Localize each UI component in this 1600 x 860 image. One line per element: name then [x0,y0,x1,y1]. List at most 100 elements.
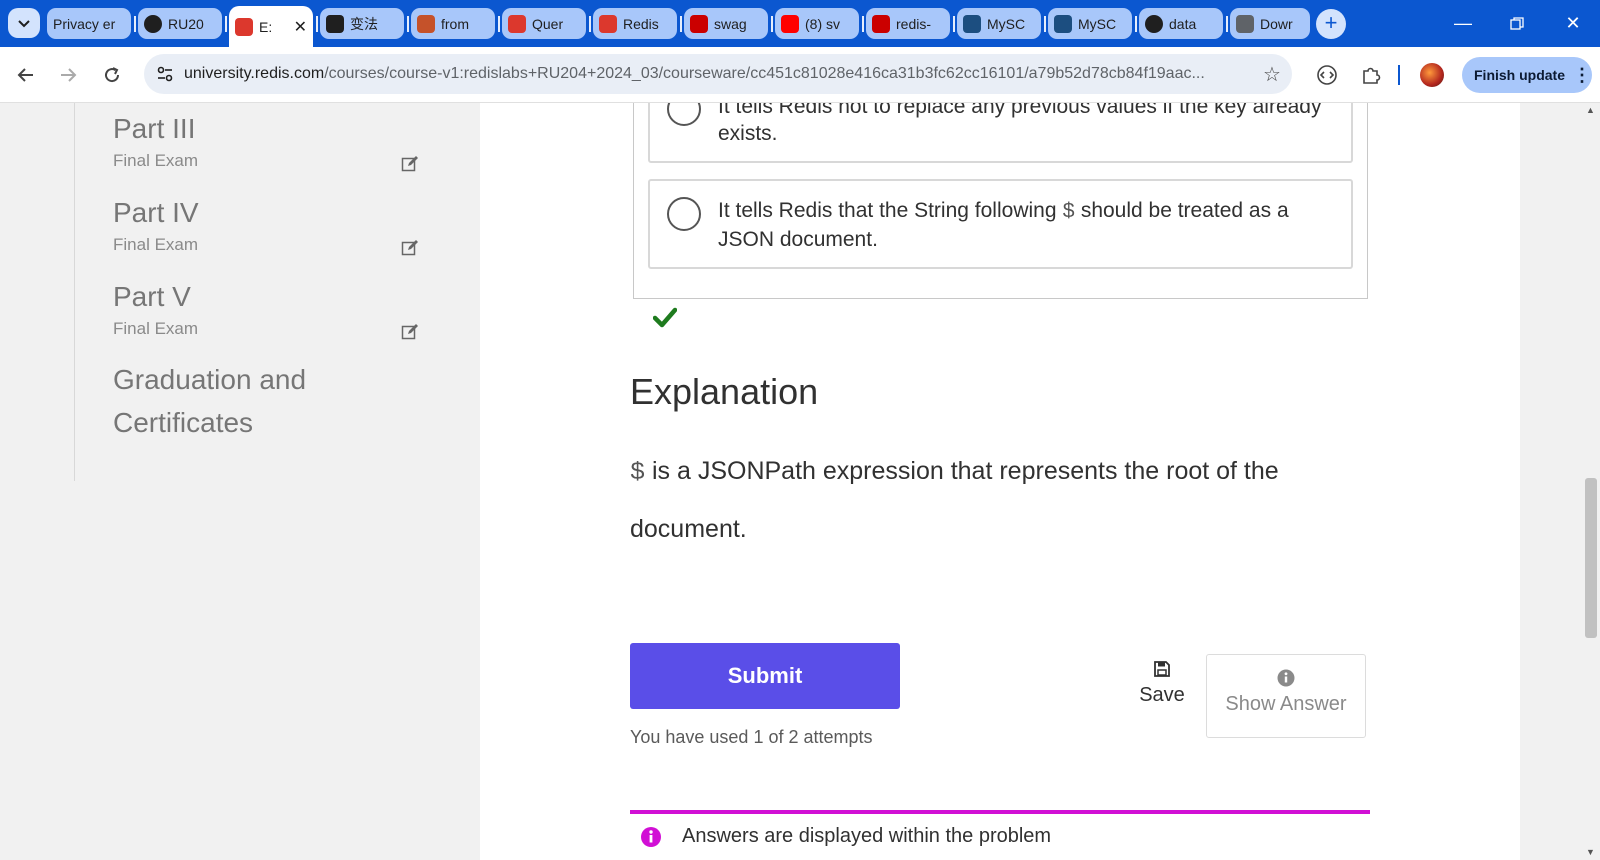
tab-separator [1044,16,1046,32]
answer-option[interactable]: It tells Redis not to replace any previo… [648,103,1353,163]
section-subtitle: Final Exam [113,235,199,254]
sidebar-item-graduation[interactable]: Graduation and Certificates [113,358,393,444]
browser-tab[interactable]: swag [684,8,768,39]
chat-icon [326,14,344,33]
browser-tab[interactable]: Dowr [1230,8,1310,39]
browser-tab[interactable]: redis- [866,8,950,39]
edit-icon [401,324,418,340]
restore-icon [1510,16,1524,30]
reload-icon [105,67,120,83]
finish-update-button[interactable]: Finish update ⋮ [1462,57,1592,93]
arrow-right-icon [61,68,77,82]
sidebar-section-part-v[interactable]: Part V Final Exam [113,281,198,339]
extension-code-icon[interactable] [1314,62,1340,88]
tab-separator [862,16,864,32]
bookmark-star-icon[interactable]: ☆ [1252,62,1292,87]
scroll-down-arrow-icon[interactable]: ▼ [1586,847,1595,857]
browser-tab[interactable]: MySC [1048,8,1132,39]
tab-separator [589,16,591,32]
tab-title: MySC [1078,15,1117,32]
course-sidebar: Part III Final Exam Part IV Final Exam P… [74,103,480,481]
option-symbol: $ [1062,201,1075,224]
option-text-before: It tells Redis that the String following [718,199,1057,222]
browser-tab[interactable]: data [1139,8,1223,39]
tab-separator [407,16,409,32]
tab-separator [771,16,773,32]
show-answer-button[interactable]: Show Answer [1206,654,1366,738]
section-title: Part III [113,113,196,144]
option-text: It tells Redis not to replace any previo… [718,103,1322,145]
answer-option[interactable]: It tells Redis that the String following… [648,179,1353,269]
tab-separator [225,16,227,32]
problem-panel: It tells Redis not to replace any previo… [480,103,1520,860]
tab-separator [1135,16,1137,32]
tab-title: (8) sv [805,15,840,32]
reload-button[interactable] [96,59,128,91]
tab-title: MySC [987,15,1026,32]
toolbar-divider [1398,65,1400,85]
section-subtitle: Final Exam [113,319,199,338]
github-icon [1145,14,1163,33]
site-info-button[interactable] [150,59,180,89]
url-text: university.redis.com/courses/course-v1:r… [184,65,1252,83]
sidebar-section-part-iii[interactable]: Part III Final Exam [113,113,198,171]
info-icon [641,826,661,847]
browser-tab[interactable]: 变法 [320,8,404,39]
tab-title: Quer [532,15,564,32]
explanation-heading: Explanation [630,371,819,412]
answers-notice: Answers are displayed within the problem [640,825,1051,848]
redis-cube-icon [508,14,526,33]
back-button[interactable] [10,59,42,91]
radio-button[interactable] [667,197,701,231]
finish-update-label: Finish update [1474,67,1565,83]
url-path: /courses/course-v1:redislabs+RU204+2024_… [324,65,1205,82]
floppy-disk-icon [1154,661,1170,677]
section-title: Part IV [113,197,199,228]
browser-tab[interactable]: MySC [957,8,1041,39]
tab-title: 变法 [350,15,378,32]
radio-button[interactable] [667,103,701,126]
tab-title: redis- [896,15,932,32]
sidebar-section-part-iv[interactable]: Part IV Final Exam [113,197,199,255]
address-bar[interactable]: university.redis.com/courses/course-v1:r… [144,54,1292,94]
browser-tab[interactable]: Privacy er [47,8,131,39]
scroll-up-arrow-icon[interactable]: ▲ [1586,105,1595,115]
tab-separator [134,16,136,32]
browser-tab[interactable]: Quer [502,8,586,39]
close-tab-icon[interactable]: ✕ [294,17,307,37]
more-menu-icon: ⋮ [1573,64,1591,85]
youtube-icon [781,14,799,33]
chevron-down-icon [18,20,30,28]
tab-search-button[interactable] [8,8,40,38]
tab-title: swag [714,15,747,32]
browser-tab[interactable]: (8) sv [775,8,859,39]
scrollbar-thumb[interactable] [1585,478,1597,638]
save-label: Save [1139,684,1185,706]
save-button[interactable]: Save [1136,660,1188,707]
submit-button[interactable]: Submit [630,643,900,709]
show-answer-label: Show Answer [1225,693,1347,715]
forward-button[interactable] [52,59,84,91]
browser-toolbar: university.redis.com/courses/course-v1:r… [0,47,1600,103]
npm-icon [872,14,890,33]
browser-tab[interactable]: E: ✕ [229,6,313,47]
tab-separator [316,16,318,32]
new-tab-button[interactable]: + [1316,9,1346,39]
browser-tab[interactable]: from [411,8,495,39]
grid-icon [417,14,435,33]
question-options-box: It tells Redis not to replace any previo… [633,103,1368,299]
tune-icon [157,66,173,82]
tab-title: data [1169,15,1197,32]
extensions-puzzle-icon[interactable] [1358,62,1384,88]
url-host: university.redis.com [184,65,325,82]
info-icon [1277,669,1295,687]
minimize-button[interactable]: — [1436,0,1490,47]
profile-avatar[interactable] [1420,63,1444,87]
close-window-button[interactable]: ✕ [1546,0,1600,47]
tab-separator [953,16,955,32]
browser-tab[interactable]: RU20 [138,8,222,39]
notice-accent-bar [630,810,1370,814]
restore-button[interactable] [1490,0,1544,47]
browser-tab[interactable]: Redis [593,8,677,39]
page-scrollbar[interactable]: ▲ ▼ [1582,103,1600,860]
